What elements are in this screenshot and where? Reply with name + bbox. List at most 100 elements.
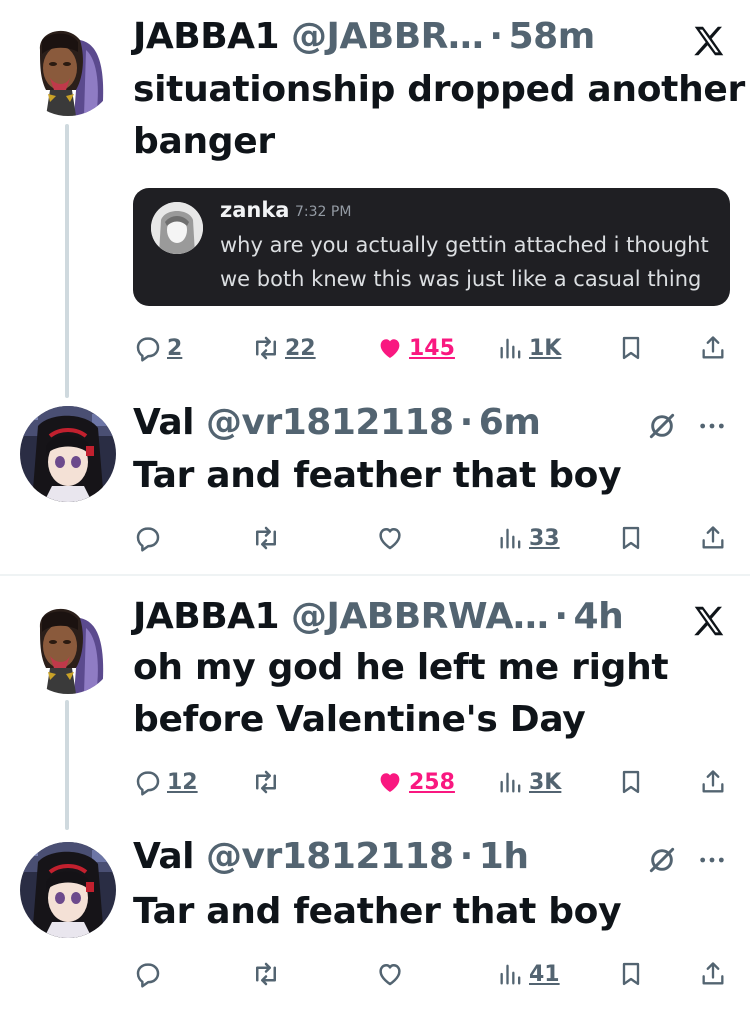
tweet-text-line: situationship dropped another (133, 69, 745, 110)
tweet-text: oh my god he left me right before Valent… (133, 642, 669, 746)
more-icon[interactable] (696, 410, 728, 442)
views-button[interactable]: 33 (497, 518, 560, 558)
views-button[interactable]: 1K (497, 328, 561, 368)
like-count: 145 (409, 335, 455, 361)
view-count: 3K (529, 769, 562, 795)
x-logo-icon (690, 22, 728, 60)
share-icon (699, 524, 727, 552)
author-handle[interactable]: @JABBR… (291, 16, 484, 57)
bookmark-icon (617, 334, 645, 362)
share-button[interactable] (699, 762, 727, 802)
reply-button[interactable] (133, 954, 163, 994)
author-name[interactable]: JABBA1 (133, 596, 280, 637)
action-bar: 33 (133, 518, 733, 558)
liked-heart-icon (375, 767, 405, 797)
author-handle[interactable]: @JABBRWA… (291, 596, 549, 637)
tweet-header: Val @vr1812118 · 6m (133, 402, 541, 448)
bookmark-icon (617, 524, 645, 552)
author-name[interactable]: Val (133, 836, 195, 877)
thread-connector-line (65, 700, 69, 830)
tweet-jabba1-parent[interactable]: JABBA1 @JABBR… · 58m situationship dropp… (0, 16, 750, 396)
reply-button[interactable]: 12 (133, 762, 198, 802)
repost-icon (251, 523, 281, 553)
author-handle[interactable]: @vr1812118 (206, 836, 454, 877)
action-bar: 2 22 145 1K (133, 328, 733, 368)
tweet-val-reply[interactable]: Val @vr1812118 · 6m Tar and feather that… (0, 402, 750, 560)
embedded-chat-screenshot[interactable]: zanka 7:32 PM why are you actually getti… (133, 188, 730, 306)
thread-2: JABBA1 @JABBRWA… · 4h oh my god he left … (0, 576, 750, 1016)
repost-icon (251, 959, 281, 989)
view-count: 41 (529, 961, 560, 987)
repost-button[interactable] (251, 518, 281, 558)
tweet-header: JABBA1 @JABBRWA… · 4h (133, 596, 624, 642)
bookmark-button[interactable] (617, 954, 645, 994)
reply-icon (133, 523, 163, 553)
like-button[interactable]: 258 (375, 762, 455, 802)
repost-button[interactable] (251, 954, 281, 994)
avatar[interactable] (20, 406, 116, 502)
like-button[interactable] (375, 518, 405, 558)
tweet-jabba1-parent[interactable]: JABBA1 @JABBRWA… · 4h oh my god he left … (0, 596, 750, 826)
tweet-text-line: before Valentine's Day (133, 699, 586, 740)
repost-button[interactable]: 22 (251, 328, 316, 368)
reply-button[interactable] (133, 518, 163, 558)
bookmark-icon (617, 960, 645, 988)
tweet-header: JABBA1 @JABBR… · 58m (133, 16, 595, 62)
x-logo-icon (690, 602, 728, 640)
separator-dot: · (459, 402, 474, 443)
action-bar: 41 (133, 954, 733, 994)
repost-icon (251, 333, 281, 363)
separator-dot: · (554, 596, 568, 637)
timestamp[interactable]: 58m (509, 16, 596, 57)
action-bar: 12 258 3K (133, 762, 733, 802)
tweet-val-reply[interactable]: Val @vr1812118 · 1h Tar and feather that… (0, 836, 750, 1016)
share-icon (699, 334, 727, 362)
repost-icon (251, 767, 281, 797)
bookmark-button[interactable] (617, 518, 645, 558)
share-button[interactable] (699, 954, 727, 994)
like-count: 258 (409, 769, 455, 795)
views-icon (497, 960, 525, 988)
bookmark-button[interactable] (617, 762, 645, 802)
tweet-text-line: oh my god he left me right (133, 647, 669, 688)
avatar[interactable] (20, 598, 116, 694)
repost-button[interactable] (251, 762, 281, 802)
timestamp[interactable]: 1h (479, 836, 529, 877)
share-button[interactable] (699, 518, 727, 558)
views-icon (497, 334, 525, 362)
author-name[interactable]: JABBA1 (133, 16, 280, 57)
views-button[interactable]: 41 (497, 954, 560, 994)
separator-dot: · (459, 836, 474, 877)
reply-icon (133, 767, 163, 797)
tweet-text-line: banger (133, 121, 275, 162)
grok-icon[interactable] (646, 844, 678, 876)
like-icon (375, 523, 405, 553)
avatar[interactable] (20, 20, 116, 116)
views-button[interactable]: 3K (497, 762, 561, 802)
author-name[interactable]: Val (133, 402, 195, 443)
reply-button[interactable]: 2 (133, 328, 182, 368)
reply-count: 2 (167, 335, 183, 361)
tweet-text: Tar and feather that boy (133, 891, 622, 932)
like-button[interactable]: 145 (375, 328, 455, 368)
thread-1: JABBA1 @JABBR… · 58m situationship dropp… (0, 0, 750, 560)
timestamp[interactable]: 6m (479, 402, 541, 443)
view-count: 1K (529, 335, 562, 361)
chat-avatar (151, 202, 203, 254)
bookmark-icon (617, 768, 645, 796)
like-button[interactable] (375, 954, 405, 994)
like-icon (375, 959, 405, 989)
avatar[interactable] (20, 842, 116, 938)
share-button[interactable] (699, 328, 727, 368)
views-icon (497, 524, 525, 552)
liked-heart-icon (375, 333, 405, 363)
chat-author: zanka (220, 198, 290, 222)
chat-message: why are you actually gettin attached i t… (220, 233, 709, 291)
bookmark-button[interactable] (617, 328, 645, 368)
more-icon[interactable] (696, 844, 728, 876)
thread-connector-line (65, 124, 69, 398)
timestamp[interactable]: 4h (574, 596, 624, 637)
tweet-text: situationship dropped another banger (133, 64, 745, 168)
author-handle[interactable]: @vr1812118 (206, 402, 454, 443)
grok-icon[interactable] (646, 410, 678, 442)
